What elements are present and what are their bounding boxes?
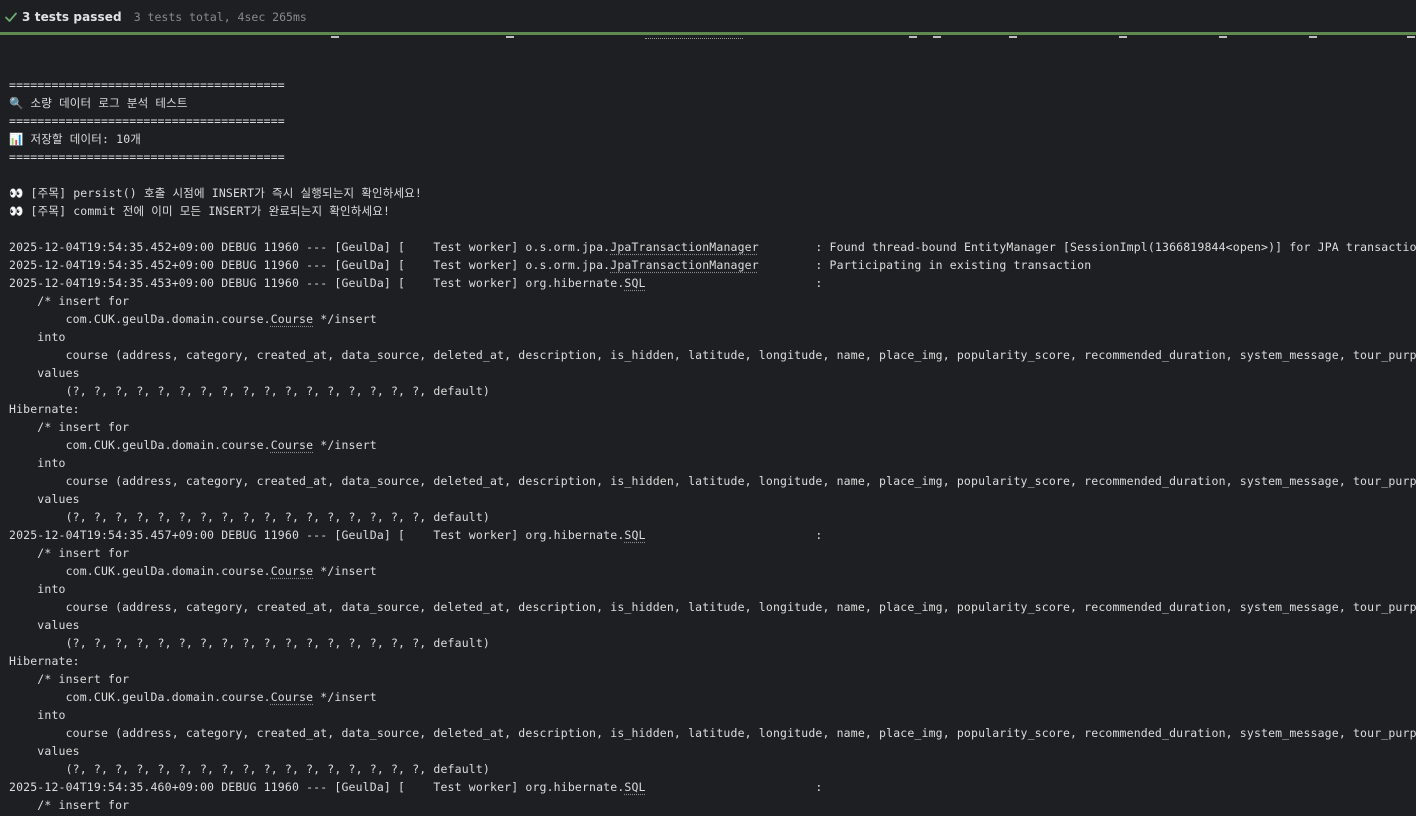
console-line: /* insert for bbox=[9, 672, 130, 686]
console-line: ======================================= bbox=[9, 150, 285, 164]
console-line: course (address, category, created_at, d… bbox=[9, 474, 1416, 488]
console-line: Hibernate: bbox=[9, 654, 87, 668]
console-line: into bbox=[9, 330, 66, 344]
console-line: Hibernate: bbox=[9, 402, 87, 416]
console-line: values bbox=[9, 744, 80, 758]
console-line: 2025-12-04T19:54:35.452+09:00 DEBUG 1196… bbox=[9, 258, 1092, 272]
console-line: (?, ?, ?, ?, ?, ?, ?, ?, ?, ?, ?, ?, ?, … bbox=[9, 384, 491, 398]
console-line: ======================================= bbox=[9, 78, 285, 92]
console-line: /* insert for bbox=[9, 798, 130, 812]
console-line: course (address, category, created_at, d… bbox=[9, 600, 1416, 614]
tests-passed-label[interactable]: 3 tests passed bbox=[22, 10, 122, 24]
checkmark-icon bbox=[5, 12, 17, 22]
test-progress-bar bbox=[0, 32, 1416, 35]
console-line: com.CUK.geulDa.domain.course.Course */in… bbox=[9, 690, 384, 704]
console-line: /* insert for bbox=[9, 420, 130, 434]
console-line: ======================================= bbox=[9, 114, 285, 128]
console-line: (?, ?, ?, ?, ?, ?, ?, ?, ?, ?, ?, ?, ?, … bbox=[9, 762, 491, 776]
console-line: into bbox=[9, 582, 66, 596]
console-line: (?, ?, ?, ?, ?, ?, ?, ?, ?, ?, ?, ?, ?, … bbox=[9, 510, 491, 524]
console-line: /* insert for bbox=[9, 546, 130, 560]
test-status-bar: 3 tests passed 3 tests total, 4sec 265ms bbox=[0, 0, 1416, 33]
console-line: values bbox=[9, 366, 80, 380]
console-line: 2025-12-04T19:54:35.453+09:00 DEBUG 1196… bbox=[9, 276, 830, 290]
tests-summary-label: 3 tests total, 4sec 265ms bbox=[133, 9, 307, 24]
console-line: 2025-12-04T19:54:35.452+09:00 DEBUG 1196… bbox=[9, 240, 1416, 254]
console-line: into bbox=[9, 708, 66, 722]
console-line: 👀 [주목] persist() 호출 시점에 INSERT가 즉시 실행되는지… bbox=[9, 186, 422, 200]
console-line: 2025-12-04T19:54:35.457+09:00 DEBUG 1196… bbox=[9, 528, 830, 542]
console-line: course (address, category, created_at, d… bbox=[9, 726, 1416, 740]
console-line: course (address, category, created_at, d… bbox=[9, 348, 1416, 362]
console-line: com.CUK.geulDa.domain.course.Course */in… bbox=[9, 312, 384, 326]
console-line: values bbox=[9, 492, 80, 506]
console-line: com.CUK.geulDa.domain.course.Course */in… bbox=[9, 438, 384, 452]
console-line: (?, ?, ?, ?, ?, ?, ?, ?, ?, ?, ?, ?, ?, … bbox=[9, 636, 491, 650]
console-line: 👀 [주목] commit 전에 이미 모든 INSERT가 완료되는지 확인하… bbox=[9, 204, 391, 218]
console-line: into bbox=[9, 456, 66, 470]
console-output[interactable]: ======================================= 🔍… bbox=[9, 36, 1416, 816]
console-line: com.CUK.geulDa.domain.course.Course */in… bbox=[9, 564, 384, 578]
clipped-previous-line bbox=[9, 36, 1416, 40]
console-line: 2025-12-04T19:54:35.460+09:00 DEBUG 1196… bbox=[9, 780, 830, 794]
console-line: values bbox=[9, 618, 80, 632]
console-line: 🔍 소량 데이터 로그 분석 테스트 bbox=[9, 96, 188, 110]
console-line: 📊 저장할 데이터: 10개 bbox=[9, 132, 142, 146]
test-runner-window: 3 tests passed 3 tests total, 4sec 265ms… bbox=[0, 0, 1416, 816]
console-line: /* insert for bbox=[9, 294, 130, 308]
